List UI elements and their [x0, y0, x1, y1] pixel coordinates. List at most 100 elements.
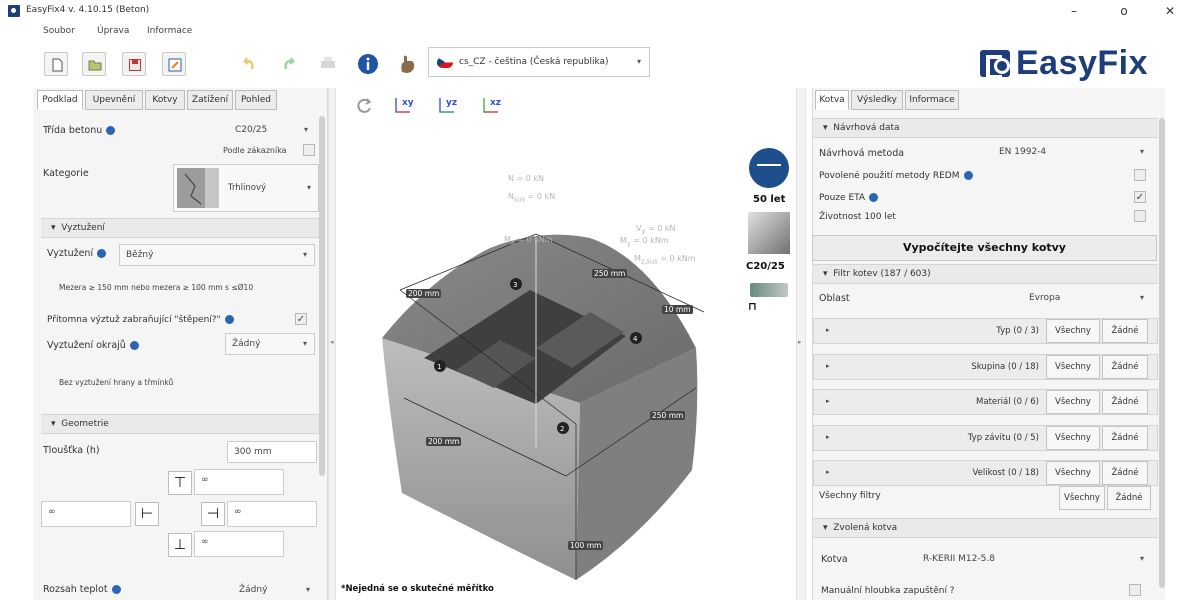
selected-anchor-header[interactable]: ▾ Zvolená kotva [813, 518, 1158, 538]
chevron-down-icon: ▾ [1139, 293, 1144, 302]
anchor-select[interactable]: R-KERII M12-5.8 ▾ [917, 549, 1151, 571]
tab-podklad[interactable]: Podklad [37, 90, 83, 110]
view-yz-button[interactable]: yz [436, 96, 464, 119]
concrete-class-indicator: C20/25 [746, 261, 785, 272]
category-select[interactable]: Trhlinový ▾ [173, 164, 319, 212]
maximize-button[interactable]: o [1110, 3, 1138, 19]
tab-upevneni[interactable]: Upevnění [85, 90, 143, 110]
service-life-100-checkbox[interactable] [1134, 210, 1146, 222]
tab-zatizeni[interactable]: Zatížení [187, 90, 233, 110]
reinforcement-select[interactable]: Běžný ▾ [119, 244, 315, 266]
filter-all-button[interactable]: Všechny [1046, 461, 1100, 485]
language-select[interactable]: cs_CZ - čeština (Česká republika) ▾ [428, 47, 650, 77]
per-customer-checkbox[interactable] [303, 144, 315, 156]
filter-all-button[interactable]: Všechny [1046, 355, 1100, 379]
filter-name: Materiál (0 / 6) [976, 397, 1039, 407]
area-select[interactable]: Evropa ▾ [1023, 288, 1151, 310]
minimize-button[interactable]: – [1060, 3, 1088, 19]
left-splitter[interactable]: ◂ [328, 88, 336, 600]
splitting-checkbox[interactable]: ✓ [295, 313, 307, 325]
tab-informace[interactable]: Informace [905, 90, 959, 110]
calculate-all-anchors-button[interactable]: Vypočítejte všechny kotvy [812, 235, 1157, 261]
view-xy-button[interactable]: xy [392, 96, 420, 119]
save-button[interactable] [122, 52, 146, 76]
menu-informace[interactable]: Informace [147, 26, 192, 36]
all-filters-all-button[interactable]: Všechny [1059, 486, 1105, 510]
view-xz-button[interactable]: xz [480, 96, 508, 119]
info-icon[interactable] [129, 341, 139, 350]
report-button[interactable] [162, 52, 186, 76]
filter-all-button[interactable]: Všechny [1046, 390, 1100, 414]
close-button[interactable]: ✕ [1156, 3, 1184, 19]
edge-top-input[interactable]: ∞ [194, 469, 284, 495]
right-scrollbar[interactable] [1159, 118, 1165, 588]
temperature-label: Rozsah teplot [43, 584, 121, 595]
reinforcement-note: Mezera ≥ 150 mm nebo mezera ≥ 100 mm s ≤… [59, 283, 254, 292]
new-file-button[interactable] [44, 52, 68, 76]
info-icon[interactable] [963, 171, 973, 180]
reinforcement-section-header[interactable]: ▾ Vyztužení [41, 218, 321, 238]
open-button[interactable] [82, 52, 106, 76]
menu-soubor[interactable]: Soubor [43, 26, 75, 36]
thickness-input[interactable]: 300 mm [227, 441, 317, 463]
filter-row[interactable]: ▸ Materiál (0 / 6) Všechny Žádné [813, 389, 1158, 415]
dimension-label: 100 mm [568, 541, 604, 550]
anchor-label: Kotva [821, 554, 848, 565]
hand-icon[interactable] [396, 52, 420, 76]
filter-none-button[interactable]: Žádné [1102, 355, 1148, 379]
geometry-section-header[interactable]: ▾ Geometrie [41, 414, 321, 434]
tab-kotvy[interactable]: Kotvy [145, 90, 185, 110]
undo-icon[interactable] [238, 54, 258, 74]
temperature-select[interactable]: Žádný ▾ [233, 580, 317, 600]
edge-reinforcement-select[interactable]: Žádný ▾ [225, 333, 315, 355]
info-icon[interactable] [869, 193, 879, 202]
design-data-header[interactable]: ▾ Návrhová data [813, 118, 1158, 138]
filter-all-button[interactable]: Všechny [1046, 319, 1100, 343]
redo-icon[interactable] [280, 54, 300, 74]
dimension-label: 250 mm [592, 269, 628, 278]
filter-none-button[interactable]: Žádné [1102, 461, 1148, 485]
reset-view-icon[interactable] [354, 96, 374, 116]
filter-row[interactable]: ▸ Skupina (0 / 18) Všechny Žádné [813, 354, 1158, 380]
3d-canvas[interactable]: xy yz xz 1 2 3 4 N = 0 kN Nsus = 0 kN Mx… [340, 88, 806, 600]
anchor-2-label: 2 [560, 425, 564, 433]
anchor-filter-header[interactable]: ▾ Filtr kotev (187 / 603) [813, 264, 1158, 284]
filter-row[interactable]: ▸ Velikost (0 / 18) Všechny Žádné [813, 460, 1158, 486]
edge-right-input[interactable]: ∞ [227, 501, 317, 527]
edge-bottom-button[interactable]: ⊥ [168, 533, 192, 557]
filter-none-button[interactable]: Žádné [1102, 319, 1148, 343]
tab-pohled[interactable]: Pohled [235, 90, 277, 110]
edge-reinforcement-label: Vyztužení okrajů [47, 340, 139, 351]
all-filters-none-button[interactable]: Žádné [1107, 486, 1151, 510]
concrete-block-3d[interactable]: 1 2 3 4 [340, 208, 806, 588]
edge-top-button[interactable]: ⊤ [168, 471, 192, 495]
filter-none-button[interactable]: Žádné [1102, 390, 1148, 414]
info-icon[interactable] [97, 249, 107, 258]
filter-all-button[interactable]: Všechny [1046, 426, 1100, 450]
redm-checkbox[interactable] [1134, 169, 1146, 181]
filter-row[interactable]: ▸ Typ závitu (0 / 5) Všechny Žádné [813, 425, 1158, 451]
load-n: N = 0 kN [508, 174, 545, 183]
left-scrollbar[interactable] [319, 116, 325, 476]
concrete-class-select[interactable]: C20/25 ▾ [229, 120, 315, 142]
tab-vysledky[interactable]: Výsledky [851, 90, 903, 110]
edge-right-button[interactable]: ⊣ [201, 502, 225, 526]
filter-none-button[interactable]: Žádné [1102, 426, 1148, 450]
right-splitter[interactable]: ▸ [796, 88, 806, 600]
manual-depth-checkbox[interactable] [1129, 584, 1141, 596]
edge-left-button[interactable]: ⊢ [135, 502, 159, 526]
info-icon[interactable] [106, 126, 116, 135]
filter-row[interactable]: ▸ Typ (0 / 3) Všechny Žádné [813, 318, 1158, 344]
info-icon[interactable] [356, 52, 380, 76]
info-icon[interactable] [224, 315, 234, 324]
folder-icon [88, 60, 102, 71]
edge-left-input[interactable]: ∞ [41, 501, 131, 527]
edge-bottom-input[interactable]: ∞ [194, 531, 284, 557]
tab-kotva[interactable]: Kotva [815, 90, 849, 110]
info-icon[interactable] [111, 585, 121, 594]
eta-checkbox[interactable]: ✓ [1134, 191, 1146, 203]
chevron-down-icon: ▾ [1139, 554, 1144, 563]
design-method-select[interactable]: EN 1992-4 ▾ [993, 142, 1151, 164]
print-icon[interactable] [318, 54, 338, 74]
menu-uprava[interactable]: Úprava [97, 26, 129, 36]
